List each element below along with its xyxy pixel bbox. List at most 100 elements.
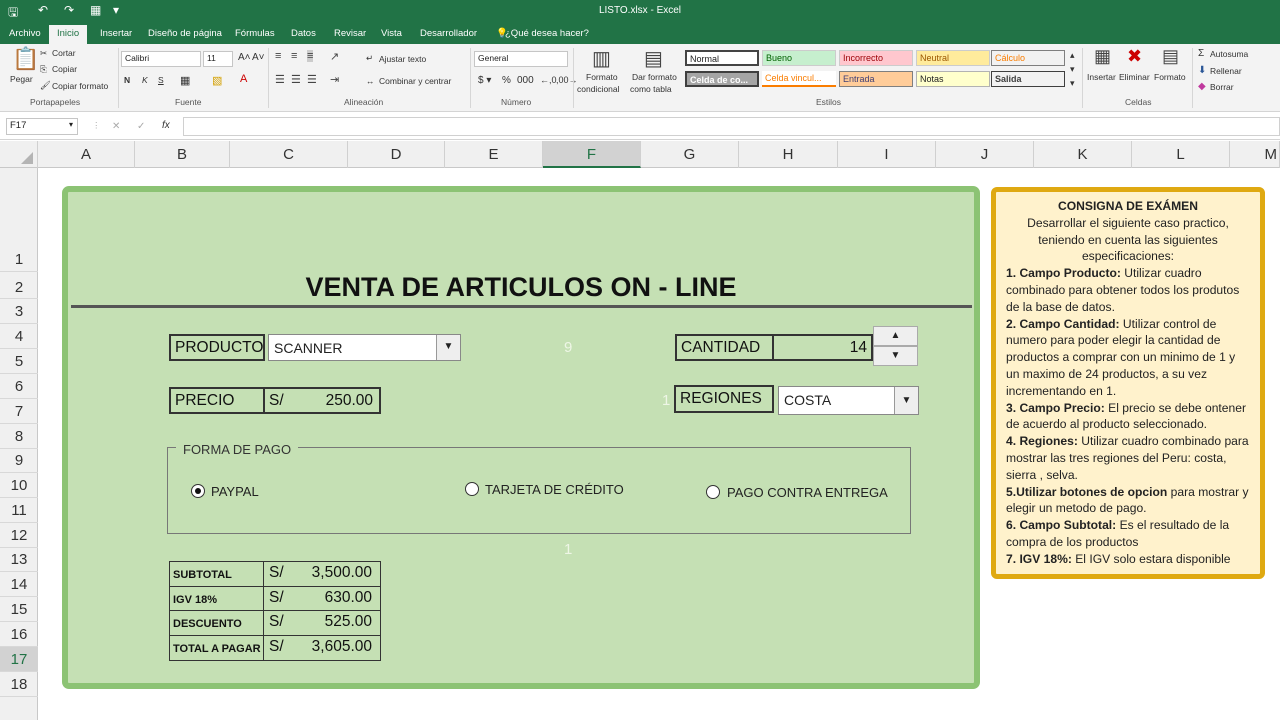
column-header-d[interactable]: D [348, 141, 445, 168]
style-calculo[interactable]: Cálculo [991, 50, 1065, 66]
row-header-18[interactable]: 18 [0, 672, 38, 697]
styles-more-icon[interactable]: ▾ [1070, 78, 1075, 89]
indent-icon[interactable]: ⇥ [330, 73, 339, 86]
row-header-5[interactable]: 5 [0, 349, 38, 374]
column-header-a[interactable]: A [38, 141, 135, 168]
radio-pago-contra-entrega-label[interactable]: PAGO CONTRA ENTREGA [727, 485, 888, 500]
tab-insertar[interactable]: Insertar [100, 28, 132, 39]
radio-tarjeta-credito[interactable] [465, 482, 479, 496]
style-celda-comprobacion[interactable]: Celda de co... [685, 71, 759, 87]
font-name-select[interactable]: Calibri [121, 51, 201, 67]
row-header-15[interactable]: 15 [0, 597, 38, 622]
row-header-17[interactable]: 17 [0, 647, 38, 672]
cut-icon[interactable]: ✂ [40, 48, 47, 59]
column-header-h[interactable]: H [739, 141, 838, 168]
producto-combobox[interactable]: SCANNER ▼ [268, 334, 461, 361]
radio-pago-contra-entrega[interactable] [706, 485, 720, 499]
tab-archivo[interactable]: Archivo [9, 28, 41, 39]
tab-revisar[interactable]: Revisar [334, 28, 366, 39]
copy-icon[interactable]: ⎘ [40, 64, 47, 75]
currency-icon[interactable]: $ ▾ [478, 75, 491, 86]
delete-cells-icon[interactable]: ✖ [1127, 46, 1142, 67]
producto-dropdown-icon[interactable]: ▼ [436, 335, 460, 360]
row-header-12[interactable]: 12 [0, 523, 38, 548]
column-header-b[interactable]: B [135, 141, 230, 168]
orientation-icon[interactable]: ↗ [330, 50, 339, 63]
tab-desarrollador[interactable]: Desarrollador [420, 28, 477, 39]
copy-format-button[interactable]: Copiar formato [52, 81, 108, 91]
comma-style-icon[interactable]: 000 [517, 75, 534, 86]
column-header-f[interactable]: F [543, 141, 641, 168]
column-header-k[interactable]: K [1034, 141, 1132, 168]
row-header-1[interactable]: 1 [0, 168, 38, 272]
clear-button[interactable]: Borrar [1210, 82, 1234, 92]
delete-cells-button[interactable]: Eliminar [1119, 72, 1150, 82]
cond-format-line2[interactable]: condicional [577, 84, 620, 94]
column-header-c[interactable]: C [230, 141, 348, 168]
formula-input[interactable] [183, 117, 1280, 136]
format-table-line1[interactable]: Dar formato [632, 72, 677, 82]
increase-decimal-icon[interactable]: ←,0 [540, 75, 557, 85]
fill-color-icon[interactable]: ▧ [212, 74, 222, 87]
row-header-4[interactable]: 4 [0, 324, 38, 349]
style-notas[interactable]: Notas [916, 71, 990, 87]
tell-me-search[interactable]: ¿Qué desea hacer? [505, 28, 589, 39]
bold-icon[interactable]: N [124, 75, 130, 85]
style-normal[interactable]: Normal [685, 50, 759, 66]
merge-center-button[interactable]: Combinar y centrar [379, 76, 451, 86]
tab-datos[interactable]: Datos [291, 28, 316, 39]
align-top-icon[interactable]: ≡ [275, 50, 281, 62]
format-table-icon[interactable]: ▤ [644, 46, 663, 71]
style-entrada[interactable]: Entrada [839, 71, 913, 87]
tab-inicio[interactable]: Inicio [49, 25, 88, 44]
regiones-combobox[interactable]: COSTA ▼ [778, 386, 919, 415]
insert-function-icon[interactable]: fx [162, 120, 170, 131]
column-header-l[interactable]: L [1132, 141, 1230, 168]
format-table-line2[interactable]: como tabla [630, 84, 672, 94]
fill-button[interactable]: Rellenar [1210, 66, 1242, 76]
align-left-icon[interactable]: ☰ [275, 73, 285, 86]
name-box-dropdown-icon[interactable]: ▾ [69, 120, 73, 129]
paste-icon[interactable]: 📋 [12, 46, 39, 72]
row-header-7[interactable]: 7 [0, 399, 38, 424]
decrease-font-icon[interactable]: A˅ [252, 52, 265, 63]
align-bottom-icon[interactable]: ≡ [307, 50, 314, 62]
autosum-button[interactable]: Autosuma [1210, 49, 1248, 59]
column-header-e[interactable]: E [445, 141, 543, 168]
row-header-14[interactable]: 14 [0, 572, 38, 597]
clear-icon[interactable]: ◆ [1198, 81, 1206, 92]
format-cells-icon[interactable]: ▤ [1162, 46, 1179, 67]
cantidad-decrement-button[interactable]: ▼ [873, 346, 918, 366]
radio-tarjeta-credito-label[interactable]: TARJETA DE CRÉDITO [485, 482, 624, 497]
merge-center-icon[interactable]: ↔ [366, 76, 375, 86]
align-center-icon[interactable]: ☰ [291, 73, 301, 86]
tab-formulas[interactable]: Fórmulas [235, 28, 275, 39]
autosum-icon[interactable]: Σ [1198, 48, 1204, 59]
italic-icon[interactable]: K [142, 75, 148, 85]
radio-paypal-label[interactable]: PAYPAL [211, 484, 259, 499]
insert-cells-icon[interactable]: ▦ [1094, 46, 1111, 67]
select-all-corner[interactable] [0, 141, 38, 168]
wrap-text-icon[interactable]: ↵ [366, 53, 373, 64]
row-header-9[interactable]: 9 [0, 449, 38, 473]
cond-format-line1[interactable]: Formato [586, 72, 618, 82]
format-painter-icon[interactable]: 🖌 [40, 80, 51, 91]
row-header-3[interactable]: 3 [0, 299, 38, 324]
font-color-icon[interactable]: A [240, 73, 247, 85]
tab-vista[interactable]: Vista [381, 28, 402, 39]
underline-icon[interactable]: S [158, 75, 164, 85]
styles-scroll-up-icon[interactable]: ▴ [1070, 50, 1075, 61]
font-size-select[interactable]: 11 [203, 51, 233, 67]
column-header-g[interactable]: G [641, 141, 739, 168]
radio-paypal[interactable] [191, 484, 205, 498]
percent-icon[interactable]: % [502, 75, 511, 86]
regiones-dropdown-icon[interactable]: ▼ [894, 387, 918, 414]
style-neutral[interactable]: Neutral [916, 50, 990, 66]
number-format-select[interactable]: General [474, 51, 568, 67]
insert-cells-button[interactable]: Insertar [1087, 72, 1116, 82]
row-header-8[interactable]: 8 [0, 424, 38, 449]
row-header-11[interactable]: 11 [0, 498, 38, 523]
column-header-j[interactable]: J [936, 141, 1034, 168]
paste-button[interactable]: Pegar [10, 74, 33, 84]
wrap-text-button[interactable]: Ajustar texto [379, 54, 426, 64]
